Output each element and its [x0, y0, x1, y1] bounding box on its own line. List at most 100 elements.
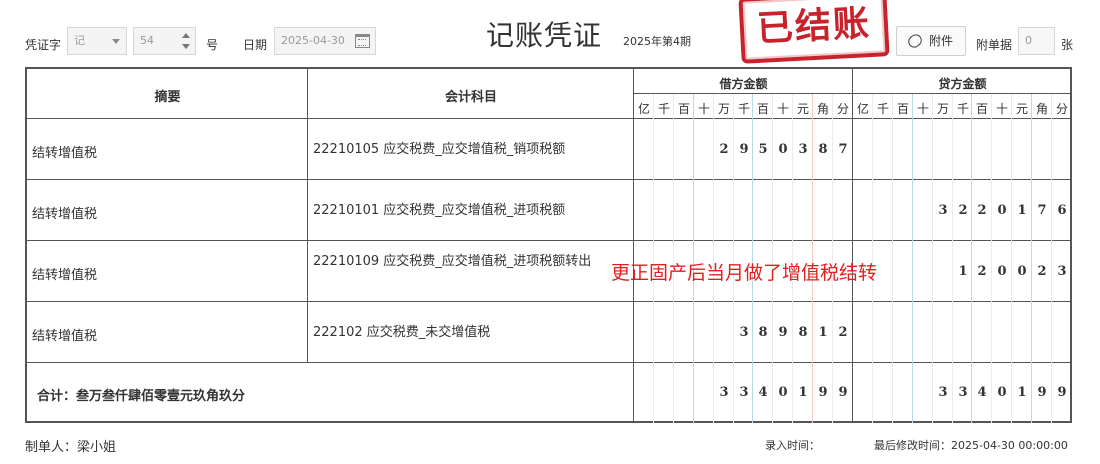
- credit-unit-5: 千: [956, 102, 969, 116]
- closed-stamp: 已结账: [738, 0, 890, 64]
- total-debit-digit-0: 3: [719, 385, 729, 400]
- calendar-icon[interactable]: [355, 34, 370, 48]
- debit-unit-2: 百: [677, 102, 690, 116]
- row-4-debit-digit-1: 8: [758, 325, 768, 340]
- row-3-credit-digit-1: 2: [977, 264, 987, 279]
- row-4-account[interactable]: 222102 应交税费_未交增值税: [313, 323, 603, 343]
- row-3-credit-digit-0: 1: [958, 264, 968, 279]
- row-2-credit-digit-6: 6: [1057, 203, 1067, 218]
- attachment-count-unit: 张: [1061, 38, 1074, 52]
- attachment-count-input[interactable]: 0: [1018, 27, 1055, 55]
- row-4-debit-digit-5: 2: [838, 325, 848, 340]
- total-debit-digit-3: 0: [778, 385, 788, 400]
- credit-unit-7: 十: [995, 102, 1008, 116]
- row-4-summary[interactable]: 结转增值税: [32, 325, 97, 344]
- debit-unit-10: 分: [836, 102, 849, 116]
- debit-unit-4: 万: [717, 102, 730, 116]
- credit-unit-3: 十: [916, 102, 929, 116]
- date-value: 2025-04-30: [281, 34, 345, 47]
- total-debit-digit-2: 4: [758, 385, 768, 400]
- total-debit-digit-1: 3: [739, 385, 749, 400]
- row-2-account[interactable]: 22210101 应交税费_应交增值税_进项税额: [313, 201, 603, 221]
- row-2-credit-digit-3: 0: [997, 203, 1007, 218]
- row-2-summary[interactable]: 结转增值税: [32, 203, 97, 222]
- total-credit-digit-0: 3: [938, 385, 948, 400]
- voucher-word-value: 记: [74, 34, 85, 47]
- voucher-number-stepper[interactable]: 54: [133, 27, 196, 55]
- credit-unit-0: 亿: [856, 102, 869, 116]
- column-header-summary: 摘要: [154, 90, 181, 105]
- row-1-debit-digit-0: 2: [719, 142, 729, 157]
- maker-label: 制单人：梁小姐: [25, 440, 117, 455]
- debit-unit-6: 百: [756, 102, 769, 116]
- total-credit-digit-4: 1: [1017, 385, 1027, 400]
- debit-unit-3: 十: [697, 102, 710, 116]
- total-debit-digit-5: 9: [818, 385, 828, 400]
- attachment-count-label: 附单据: [976, 38, 1013, 52]
- credit-unit-9: 角: [1035, 102, 1048, 116]
- debit-unit-5: 千: [737, 102, 750, 116]
- stepper-arrows-icon[interactable]: [181, 30, 191, 52]
- row-4-debit-digit-4: 1: [818, 325, 828, 340]
- debit-unit-1: 千: [657, 102, 670, 116]
- row-2-credit-digit-1: 2: [958, 203, 968, 218]
- date-field[interactable]: 2025-04-30: [274, 27, 376, 55]
- row-1-summary[interactable]: 结转增值税: [32, 142, 97, 161]
- total-debit-digit-4: 1: [798, 385, 808, 400]
- credit-unit-4: 万: [936, 102, 949, 116]
- paperclip-icon: [905, 31, 925, 51]
- attachment-count-value: 0: [1025, 34, 1032, 47]
- row-3-credit-digit-5: 3: [1057, 264, 1067, 279]
- credit-unit-6: 百: [975, 102, 988, 116]
- debit-unit-8: 元: [796, 102, 809, 116]
- row-1-account[interactable]: 22210105 应交税费_应交增值税_销项税额: [313, 140, 603, 160]
- column-header-debit: 借方金额: [719, 77, 768, 91]
- row-2-credit-digit-5: 7: [1037, 203, 1047, 218]
- row-3-credit-digit-2: 0: [997, 264, 1007, 279]
- row-1-debit-digit-3: 0: [778, 142, 788, 157]
- total-credit-digit-6: 9: [1057, 385, 1067, 400]
- annotation-note: 更正固产后当月做了增值税结转: [611, 262, 878, 284]
- row-1-debit-digit-5: 8: [818, 142, 828, 157]
- row-4-debit-digit-3: 8: [798, 325, 808, 340]
- total-credit-digit-1: 3: [958, 385, 968, 400]
- entry-time-label: 录入时间：: [765, 439, 820, 452]
- total-credit-digit-3: 0: [997, 385, 1007, 400]
- row-2-credit-digit-0: 3: [938, 203, 948, 218]
- row-3-account[interactable]: 22210109 应交税费_应交增值税_进项税额转出: [313, 252, 593, 272]
- column-header-credit: 贷方金额: [938, 77, 987, 91]
- attachment-button[interactable]: 附件: [896, 26, 966, 56]
- total-in-words: 合计：叁万叁仟肆佰零壹元玖角玖分: [37, 389, 246, 404]
- row-1-debit-digit-6: 7: [838, 142, 848, 157]
- column-header-account: 会计科目: [444, 90, 497, 105]
- attachment-button-label: 附件: [929, 34, 954, 48]
- row-2-credit-digit-2: 2: [977, 203, 987, 218]
- row-1-debit-digit-2: 5: [758, 142, 768, 157]
- voucher-table: 摘要 会计科目 借方金额 贷方金额 结转增值税 22210105 应交税费_应交…: [25, 67, 1072, 423]
- row-3-summary[interactable]: 结转增值税: [32, 264, 97, 283]
- date-label: 日期: [243, 38, 268, 52]
- voucher-header: 凭证字 记 54 号 日期 2025-04-30 记账凭证 2025年第4期 已…: [0, 0, 1100, 68]
- credit-unit-2: 百: [896, 102, 909, 116]
- debit-unit-9: 角: [816, 102, 829, 116]
- page-title: 记账凭证: [486, 19, 603, 52]
- row-3-credit-digit-4: 2: [1037, 264, 1047, 279]
- voucher-word-select[interactable]: 记: [67, 27, 127, 55]
- credit-unit-10: 分: [1055, 102, 1068, 116]
- voucher-number-value: 54: [140, 34, 154, 47]
- row-4-debit-digit-0: 3: [739, 325, 749, 340]
- row-4-debit-digit-2: 9: [778, 325, 788, 340]
- period-label: 2025年第4期: [623, 35, 691, 48]
- credit-unit-1: 千: [876, 102, 889, 116]
- row-2-credit-digit-4: 1: [1017, 203, 1027, 218]
- row-1-debit-digit-1: 9: [739, 142, 749, 157]
- debit-unit-0: 亿: [637, 102, 650, 116]
- total-debit-digit-6: 9: [838, 385, 848, 400]
- credit-unit-8: 元: [1015, 102, 1028, 116]
- total-credit-digit-5: 9: [1037, 385, 1047, 400]
- number-suffix: 号: [206, 38, 219, 52]
- voucher-word-label: 凭证字: [25, 38, 62, 52]
- row-1-debit-digit-4: 3: [798, 142, 808, 157]
- debit-unit-7: 十: [776, 102, 789, 116]
- chevron-down-icon: [112, 39, 120, 44]
